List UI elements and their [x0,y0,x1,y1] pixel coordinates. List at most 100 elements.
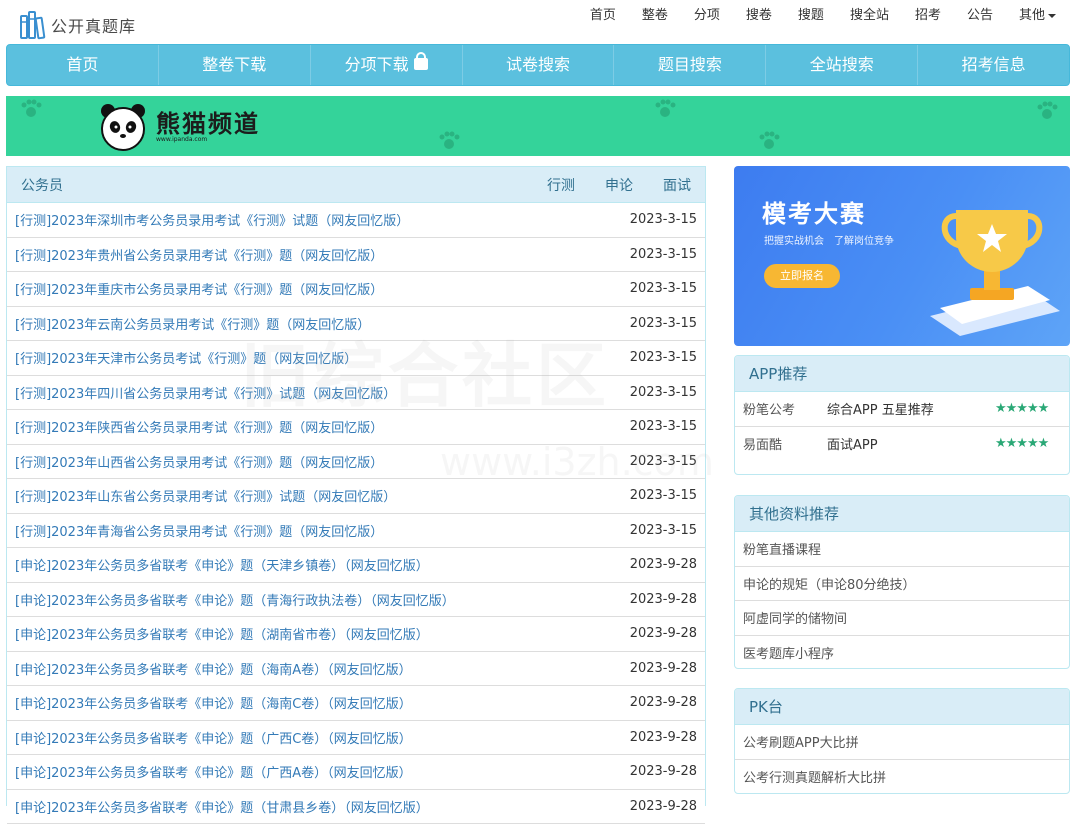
exam-link[interactable]: [行测]2023年山东省公务员录用考试《行测》试题（网友回忆版） [15,486,630,505]
paw-print-icon [20,98,42,120]
exam-link[interactable]: [申论]2023年公务员多省联考《申论》题（甘肃县乡卷）（网友回忆版） [15,797,630,816]
pk-link[interactable]: 公考刷题APP大比拼 [735,725,1069,760]
topnav-search-questions[interactable]: 搜题 [798,6,824,26]
resource-link[interactable]: 阿虚同学的储物间 [735,601,1069,636]
mainnav-question-search[interactable]: 题目搜索 [614,45,766,85]
exam-link[interactable]: [行测]2023年四川省公务员录用考试《行测》试题（网友回忆版） [15,383,630,402]
topnav-recruit[interactable]: 招考 [915,6,941,26]
banner-title: 熊猫频道 [156,104,260,139]
mainnav-label: 分项下载 [345,45,409,85]
banner-url: www.ipanda.com [156,136,207,143]
promo-title: 模考大赛 [762,194,866,229]
exam-link[interactable]: [申论]2023年公务员多省联考《申论》题（广西C卷）（网友回忆版） [15,728,630,747]
mainnav-full-download[interactable]: 整卷下载 [159,45,311,85]
app-link[interactable]: 粉笔公考 [743,399,827,418]
list-item: [行测]2023年陕西省公务员录用考试《行测》题（网友回忆版）2023-3-15 [7,410,705,445]
mainnav-label: 整卷下载 [202,45,266,85]
site-logo[interactable]: 公开真题库 [20,10,136,40]
list-item: 易面酷 面试APP ★★★★★ [735,427,1069,462]
list-item: [申论]2023年公务员多省联考《申论》题（广西C卷）（网友回忆版）2023-9… [7,721,705,756]
panel-title: PK台 [735,689,1069,725]
top-nav: 首页 整卷 分项 搜卷 搜题 搜全站 招考 公告 其他 [564,6,1056,26]
ad-banner[interactable]: 熊猫频道 www.ipanda.com [6,96,1070,156]
paw-print-icon [1036,100,1058,122]
exam-link[interactable]: [申论]2023年公务员多省联考《申论》题（青海行政执法卷）（网友回忆版） [15,590,630,609]
exam-date: 2023-3-15 [630,523,697,538]
resource-link[interactable]: 申论的规矩（申论80分绝技） [735,567,1069,602]
list-item: [申论]2023年公务员多省联考《申论》题（甘肃县乡卷）（网友回忆版）2023-… [7,790,705,824]
exam-date: 2023-3-15 [630,212,697,227]
exam-link[interactable]: [申论]2023年公务员多省联考《申论》题（海南A卷）（网友回忆版） [15,659,630,678]
mainnav-section-download[interactable]: 分项下载 [311,45,463,85]
list-item: [申论]2023年公务员多省联考《申论》题（海南C卷）（网友回忆版）2023-9… [7,686,705,721]
list-item: [申论]2023年公务员多省联考《申论》题（广西A卷）（网友回忆版）2023-9… [7,755,705,790]
list-item: [行测]2023年贵州省公务员录用考试《行测》题（网友回忆版）2023-3-15 [7,238,705,273]
mainnav-paper-search[interactable]: 试卷搜索 [463,45,615,85]
exam-date: 2023-9-28 [630,592,697,607]
app-description: 综合APP 五星推荐 [827,399,995,418]
mock-exam-promo-banner[interactable]: 模考大赛 把握实战机会 了解岗位竞争 立即报名 [734,166,1070,346]
exam-link[interactable]: [行测]2023年重庆市公务员录用考试《行测》题（网友回忆版） [15,279,630,298]
list-item: [行测]2023年深圳市考公务员录用考试《行测》试题（网友回忆版）2023-3-… [7,203,705,238]
topnav-search-site[interactable]: 搜全站 [850,6,889,26]
mainnav-label: 首页 [66,45,98,85]
mainnav-site-search[interactable]: 全站搜索 [766,45,918,85]
list-item: [行测]2023年四川省公务员录用考试《行测》试题（网友回忆版）2023-3-1… [7,376,705,411]
exam-link[interactable]: [行测]2023年青海省公务员录用考试《行测》题（网友回忆版） [15,521,630,540]
exam-date: 2023-9-28 [630,695,697,710]
tab-xingce[interactable]: 行测 [547,175,575,195]
exam-date: 2023-9-28 [630,764,697,779]
signup-button[interactable]: 立即报名 [764,264,840,288]
exam-link[interactable]: [行测]2023年深圳市考公务员录用考试《行测》试题（网友回忆版） [15,210,630,229]
trophy-icon [910,196,1060,336]
exam-list: [行测]2023年深圳市考公务员录用考试《行测》试题（网友回忆版）2023-3-… [7,203,705,824]
resource-link[interactable]: 医考题库小程序 [735,636,1069,670]
exam-date: 2023-3-15 [630,488,697,503]
paw-print-icon [654,98,676,120]
tab-interview[interactable]: 面试 [663,175,691,195]
site-name: 公开真题库 [51,13,136,37]
mainnav-recruit-info[interactable]: 招考信息 [918,45,1069,85]
exam-link[interactable]: [申论]2023年公务员多省联考《申论》题（海南C卷）（网友回忆版） [15,693,630,712]
exam-link[interactable]: [行测]2023年天津市公务员考试《行测》题（网友回忆版） [15,348,630,367]
list-item: [行测]2023年云南公务员录用考试《行测》题（网友回忆版）2023-3-15 [7,307,705,342]
list-item: [行测]2023年重庆市公务员录用考试《行测》题（网友回忆版）2023-3-15 [7,272,705,307]
topnav-more-dropdown[interactable]: 其他 [1019,6,1056,26]
exam-date: 2023-9-28 [630,661,697,676]
exam-link[interactable]: [申论]2023年公务员多省联考《申论》题（天津乡镇卷）（网友回忆版） [15,555,630,574]
topnav-full-papers[interactable]: 整卷 [642,6,668,26]
exam-link[interactable]: [申论]2023年公务员多省联考《申论》题（湖南省市卷）（网友回忆版） [15,624,630,643]
list-item: [行测]2023年天津市公务员考试《行测》题（网友回忆版）2023-3-15 [7,341,705,376]
exam-date: 2023-3-15 [630,385,697,400]
topnav-search-papers[interactable]: 搜卷 [746,6,772,26]
rating-stars: ★★★★★ [995,401,1061,416]
exam-date: 2023-3-15 [630,316,697,331]
topnav-notice[interactable]: 公告 [967,6,993,26]
list-item: [行测]2023年山东省公务员录用考试《行测》试题（网友回忆版）2023-3-1… [7,479,705,514]
pk-panel: PK台 公考刷题APP大比拼 公考行测真题解析大比拼 [734,688,1070,794]
panel-title: 其他资料推荐 [735,496,1069,532]
resource-link[interactable]: 粉笔直播课程 [735,532,1069,567]
main-nav: 首页 整卷下载 分项下载 试卷搜索 题目搜索 全站搜索 招考信息 [6,44,1070,86]
exam-date: 2023-3-15 [630,281,697,296]
topnav-home[interactable]: 首页 [590,6,616,26]
list-item: [申论]2023年公务员多省联考《申论》题（湖南省市卷）（网友回忆版）2023-… [7,617,705,652]
pk-link[interactable]: 公考行测真题解析大比拼 [735,760,1069,795]
exam-link[interactable]: [行测]2023年山西省公务员录用考试《行测》题（网友回忆版） [15,452,630,471]
tab-shenlun[interactable]: 申论 [605,175,633,195]
exam-date: 2023-9-28 [630,626,697,641]
top-bar: 公开真题库 首页 整卷 分项 搜卷 搜题 搜全站 招考 公告 其他 [0,0,1080,44]
topnav-sections[interactable]: 分项 [694,6,720,26]
exam-link[interactable]: [行测]2023年云南公务员录用考试《行测》题（网友回忆版） [15,314,630,333]
exam-link[interactable]: [行测]2023年陕西省公务员录用考试《行测》题（网友回忆版） [15,417,630,436]
exam-link[interactable]: [行测]2023年贵州省公务员录用考试《行测》题（网友回忆版） [15,245,630,264]
exam-date: 2023-9-28 [630,799,697,814]
exam-date: 2023-3-15 [630,454,697,469]
books-icon [20,10,48,40]
exam-date: 2023-3-15 [630,350,697,365]
exam-date: 2023-3-15 [630,419,697,434]
exam-link[interactable]: [申论]2023年公务员多省联考《申论》题（广西A卷）（网友回忆版） [15,762,630,781]
list-item: [行测]2023年青海省公务员录用考试《行测》题（网友回忆版）2023-3-15 [7,514,705,549]
mainnav-home[interactable]: 首页 [7,45,159,85]
app-link[interactable]: 易面酷 [743,434,827,453]
